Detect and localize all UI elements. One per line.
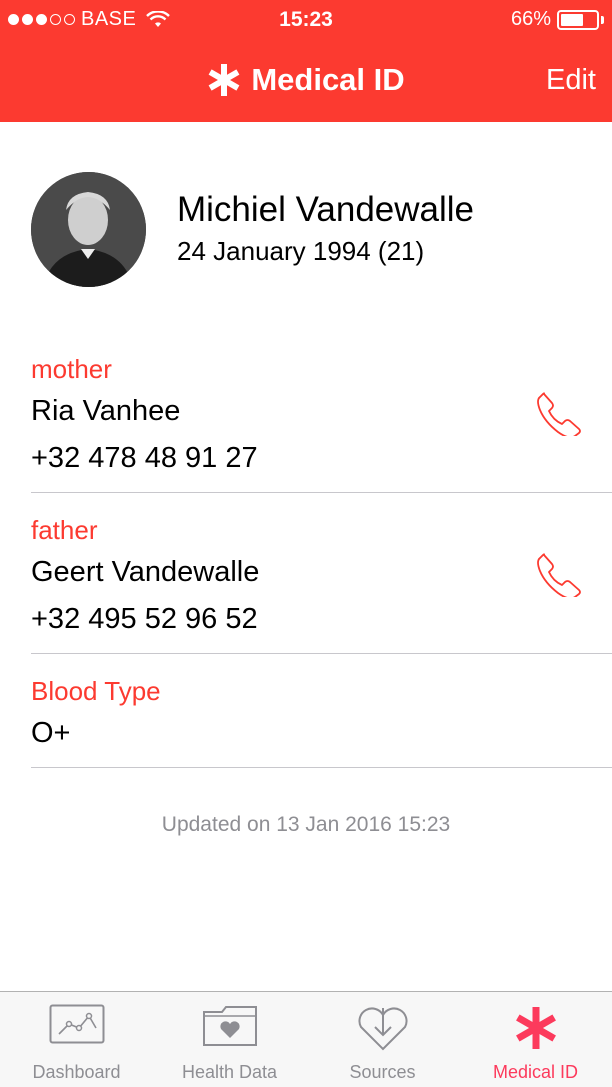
- call-button[interactable]: [535, 551, 581, 600]
- medical-id-icon: [515, 1007, 556, 1049]
- emergency-contact: mother Ria Vanhee +32 478 48 91 27: [0, 350, 612, 493]
- status-bar: BASE 15:23 66%: [0, 0, 612, 40]
- blood-type-label: Blood Type: [31, 676, 161, 706]
- phone-icon: [537, 553, 581, 600]
- divider: [31, 767, 612, 768]
- tab-sources[interactable]: Sources: [306, 992, 459, 1087]
- tab-dashboard[interactable]: Dashboard: [0, 992, 153, 1087]
- divider: [31, 492, 612, 493]
- tab-medical-id[interactable]: Medical ID: [459, 992, 612, 1087]
- nav-bar: Medical ID Edit: [0, 56, 612, 112]
- tab-health-data[interactable]: Health Data: [153, 992, 306, 1087]
- emergency-contact: father Geert Vandewalle +32 495 52 96 52: [0, 511, 612, 654]
- tab-label: Sources: [349, 1062, 416, 1082]
- header: BASE 15:23 66% Medical ID Edit: [0, 0, 612, 122]
- phone-icon: [537, 392, 581, 439]
- contact-phone[interactable]: +32 495 52 96 52: [31, 603, 258, 636]
- blood-type-section: Blood Type O+: [0, 672, 612, 768]
- status-right: 66%: [511, 8, 604, 31]
- last-updated-text: Updated on 13 Jan 2016 15:23: [161, 813, 451, 836]
- nav-title-wrap: Medical ID: [0, 62, 612, 98]
- tab-bar: Dashboard Health Data Sources Medical ID: [0, 991, 612, 1087]
- battery-icon: [557, 9, 599, 30]
- contact-relation: mother: [31, 354, 112, 384]
- contact-name: Geert Vandewalle: [31, 556, 260, 588]
- divider: [31, 653, 612, 654]
- contact-phone[interactable]: +32 478 48 91 27: [31, 442, 258, 475]
- contact-name: Ria Vanhee: [31, 395, 181, 427]
- edit-button[interactable]: Edit: [546, 64, 596, 97]
- avatar: [31, 172, 146, 287]
- profile-name: Michiel Vandewalle: [177, 190, 475, 229]
- tab-label: Dashboard: [32, 1062, 121, 1082]
- medical-asterisk-icon: [208, 64, 240, 96]
- call-button[interactable]: [535, 390, 581, 439]
- dashboard-icon: [49, 1004, 104, 1044]
- tab-label: Health Data: [181, 1062, 278, 1082]
- contact-relation: father: [31, 515, 98, 545]
- sources-icon: [357, 1007, 408, 1051]
- health-data-icon: [202, 1006, 257, 1046]
- page-title: Medical ID: [251, 62, 405, 97]
- battery-percent: 66%: [510, 8, 551, 30]
- blood-type-value: O+: [31, 717, 71, 749]
- tab-label: Medical ID: [492, 1062, 579, 1082]
- profile-birthdate: 24 January 1994 (21): [177, 236, 425, 266]
